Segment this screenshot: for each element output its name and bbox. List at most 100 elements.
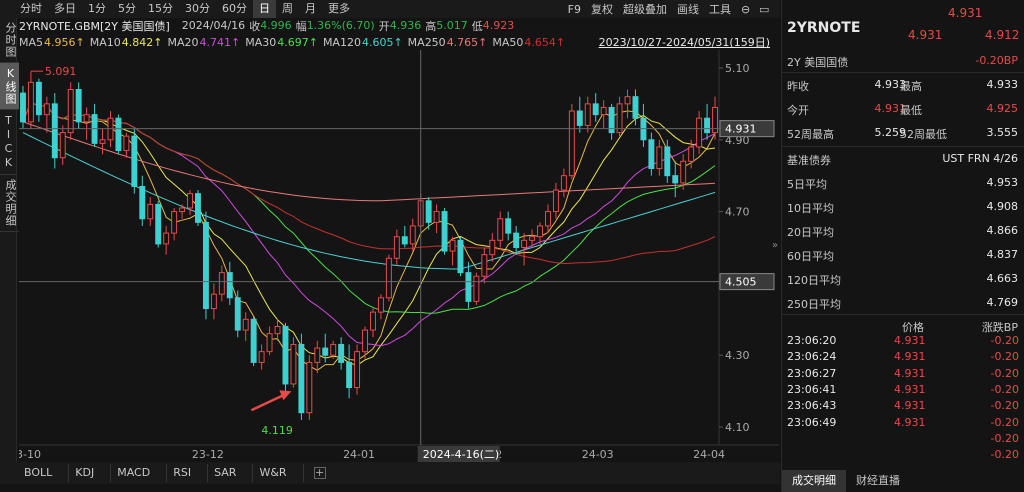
period-tab[interactable]: 周 — [276, 0, 299, 18]
ma-label: MA120 — [322, 35, 361, 49]
quote-info-line: 2YRNOTE.GBM[2Y 美国国债] 2024/04/16 收 4.996 幅… — [19, 18, 518, 33]
candle — [51, 93, 58, 169]
candle-body — [688, 146, 695, 162]
candle — [131, 129, 138, 194]
tick-header-change: 涨跌BP — [981, 321, 1018, 334]
tools-button[interactable]: 工具 — [704, 1, 736, 17]
tab-trades[interactable]: 成交明细 — [0, 175, 20, 232]
period-tab[interactable]: 多日 — [48, 0, 82, 18]
open-label: 开 — [378, 19, 390, 33]
period-tab[interactable]: 30分 — [179, 0, 216, 18]
period-tab[interactable]: 更多 — [322, 0, 356, 18]
x-tick-label: 23-10 — [19, 448, 41, 461]
tick-row: 23:06:24 4.931 -0.20 — [782, 350, 1024, 366]
change-label: 幅 — [295, 19, 307, 33]
close-value: 4.996 — [260, 19, 292, 32]
average-label: 60日平均 — [787, 250, 834, 263]
candle-body — [155, 203, 162, 245]
draw-button[interactable]: 画线 — [672, 1, 704, 17]
tick-price: 4.931 — [894, 415, 926, 429]
toolbar-right: F9 复权 超级叠加 画线 工具 ⊖ ▭ — [563, 0, 772, 18]
period-tab[interactable]: 1分 — [82, 0, 112, 18]
tick-row: -0.20 — [782, 448, 1024, 464]
collapse-panel-icon[interactable]: » — [772, 240, 778, 251]
maximize-icon[interactable]: ▭ — [754, 3, 772, 16]
indicator-tab[interactable]: SAR — [208, 464, 254, 482]
indicator-tab[interactable]: KDJ — [69, 464, 112, 482]
average-value: 4.837 — [986, 248, 1019, 261]
candle-body — [306, 361, 313, 414]
period-tab[interactable]: 60分 — [216, 0, 253, 18]
date-range-selector[interactable]: 2023/10/27-2024/05/31(159日) — [599, 34, 770, 50]
overlay-button[interactable]: 超级叠加 — [618, 1, 672, 17]
f9-button[interactable]: F9 — [563, 3, 586, 16]
tab-live[interactable]: 财经直播 — [846, 470, 910, 492]
candle-body — [202, 221, 209, 310]
add-indicator-icon[interactable]: + — [313, 467, 326, 479]
period-tab[interactable]: 月 — [299, 0, 322, 18]
candle-body — [147, 203, 154, 220]
candle-body — [234, 297, 241, 331]
period-tab[interactable]: 15分 — [142, 0, 179, 18]
tab-kline[interactable]: K线图 — [0, 63, 20, 110]
divider — [782, 146, 1024, 147]
ma-value: 4.741↑ — [199, 35, 241, 49]
average-value: 4.866 — [986, 224, 1019, 237]
indicator-tab[interactable]: MACD — [111, 464, 168, 482]
average-value: 4.953 — [986, 176, 1019, 189]
candle — [385, 254, 392, 302]
candle-body — [330, 343, 337, 356]
indicator-tab[interactable]: BOLL — [18, 464, 70, 482]
ma-label: MA10 — [89, 35, 121, 49]
ma-items: MA5 4.956↑ MA10 4.842↑ MA20 4.741↑ MA30 4.697↑ M… — [19, 36, 570, 49]
average-label: 250日平均 — [787, 298, 841, 311]
period-tab[interactable]: 分时 — [14, 0, 48, 18]
candle-body — [465, 272, 472, 302]
tab-timeshare[interactable]: 分时图 — [0, 18, 20, 63]
period-tab[interactable]: 日 — [253, 0, 276, 18]
average-value: 4.908 — [986, 200, 1019, 213]
candle-body — [560, 175, 567, 191]
candle-body — [27, 81, 34, 123]
candle-body — [473, 275, 480, 302]
candle — [75, 82, 82, 129]
y-tick-label: 5.10 — [725, 62, 750, 75]
candle-body — [537, 225, 543, 238]
stat-label: 昨收 — [787, 80, 809, 93]
tick-change: -0.20 — [990, 399, 1019, 413]
tick-change: -0.20 — [990, 366, 1019, 380]
close-label: 收 — [249, 19, 261, 33]
candle-body — [274, 326, 281, 335]
candle-body — [441, 211, 448, 252]
candle — [67, 82, 74, 140]
candle-body — [322, 347, 329, 356]
tab-tick[interactable]: TICK — [0, 110, 17, 175]
stat-label: 52周最高 — [787, 128, 834, 141]
period-tab[interactable]: 5分 — [112, 0, 142, 18]
back-icon[interactable]: ⊖ — [736, 3, 754, 16]
candle-body — [99, 139, 106, 144]
indicator-tabs: BOLL KDJ MACD RSI SAR W&R — [18, 464, 304, 482]
candle — [306, 355, 313, 420]
indicator-tab[interactable]: RSI — [167, 464, 209, 482]
high-value: 5.017 — [436, 19, 468, 32]
candle — [290, 337, 297, 388]
adjust-button[interactable]: 复权 — [586, 1, 618, 17]
tick-change: -0.20 — [990, 415, 1019, 429]
candle-body — [545, 211, 551, 227]
average-label: 20日平均 — [787, 226, 834, 239]
candle-body — [242, 318, 249, 331]
tick-time: 23:06:20 — [787, 334, 837, 347]
candle-body — [385, 257, 392, 299]
low-value: 4.923 — [482, 19, 515, 32]
low-label: 低 — [471, 19, 483, 33]
average-value: 4.769 — [986, 296, 1019, 309]
tab-trade-details[interactable]: 成交明细 — [782, 470, 846, 492]
candle — [457, 236, 464, 277]
candle-body — [696, 117, 703, 148]
indicator-tab[interactable]: W&R — [253, 464, 304, 482]
kline-chart[interactable]: 5.104.904.704.504.304.104.9314.50523-102… — [19, 50, 779, 462]
candle-body — [664, 146, 671, 177]
tick-time: 23:06:27 — [787, 366, 837, 380]
candle-body — [59, 132, 66, 159]
